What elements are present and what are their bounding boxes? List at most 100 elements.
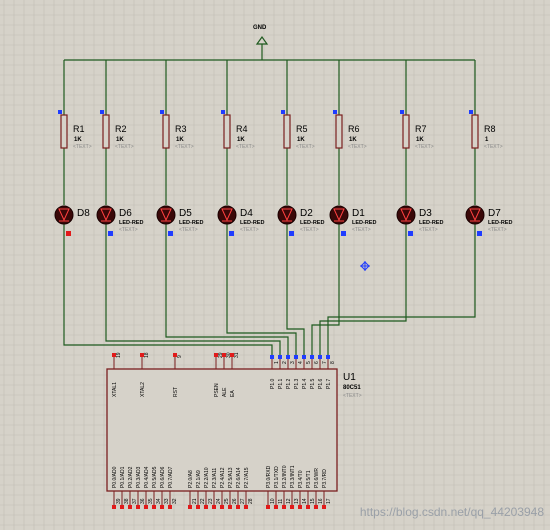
pin-number: 36 — [140, 498, 146, 504]
resistor-text: <TEXT> — [415, 144, 434, 150]
pin-number: 4 — [298, 361, 304, 364]
pin-marker — [266, 505, 270, 509]
resistor-r8[interactable]: R8 1<TEXT> — [469, 110, 503, 150]
resistor-r7[interactable]: R7 1K<TEXT> — [400, 110, 434, 150]
pin-label: P0.0/AD0 — [112, 466, 118, 488]
led-d7[interactable]: D7LED-RED<TEXT> — [465, 205, 512, 236]
pin-marker — [136, 505, 140, 509]
pin-marker — [160, 110, 164, 114]
pin-number: 22 — [200, 498, 206, 504]
resistor-value: 1K — [176, 137, 184, 143]
pin-marker — [282, 505, 286, 509]
pin-number: 23 — [208, 498, 214, 504]
pin-label: ALE — [222, 387, 228, 397]
pin-label: P3.5/T1 — [306, 470, 312, 488]
led-d8[interactable]: D8 — [54, 205, 90, 236]
pin-marker — [270, 355, 274, 359]
resistor-body — [283, 114, 291, 149]
chip-text: <TEXT> — [343, 393, 362, 399]
pin-marker — [274, 505, 278, 509]
pin-marker — [477, 231, 482, 236]
resistor-text: <TEXT> — [73, 144, 92, 150]
microcontroller-u1[interactable]: U1 80C51 <TEXT> 19XTAL118XTAL29RST29PSEN… — [106, 352, 362, 509]
pin-marker — [469, 110, 473, 114]
led-d1[interactable]: D1LED-RED<TEXT> — [329, 205, 376, 236]
pin-number: 17 — [326, 498, 332, 504]
pin-marker — [298, 505, 302, 509]
led-d2[interactable]: D2LED-RED<TEXT> — [277, 205, 324, 236]
pin-marker — [160, 505, 164, 509]
pin-marker — [310, 355, 314, 359]
resistor-ref: R4 — [236, 124, 248, 134]
pin-marker — [66, 231, 71, 236]
pin-label: P0.4/AD4 — [144, 466, 150, 488]
resistor-body — [335, 114, 343, 149]
resistor-r2[interactable]: R2 1K<TEXT> — [100, 110, 134, 150]
led-ref: D3 — [419, 208, 432, 219]
resistor-text: <TEXT> — [484, 144, 503, 150]
led-type: LED-RED — [240, 220, 264, 226]
pin-marker — [168, 231, 173, 236]
pin-marker — [400, 110, 404, 114]
resistor-ref: R3 — [175, 124, 187, 134]
pin-number: 8 — [330, 361, 336, 364]
pin-marker — [204, 505, 208, 509]
pin-marker — [58, 110, 62, 114]
resistor-r5[interactable]: R5 1K<TEXT> — [281, 110, 315, 150]
pin-marker — [278, 355, 282, 359]
resistor-r4[interactable]: R4 1K<TEXT> — [221, 110, 255, 150]
pin-number: 18 — [144, 352, 150, 358]
pin-marker — [289, 231, 294, 236]
resistor-r3[interactable]: R3 1K<TEXT> — [160, 110, 194, 150]
led-d4[interactable]: D4LED-RED<TEXT> — [217, 205, 264, 236]
pin-marker — [220, 505, 224, 509]
chip-ref: U1 — [343, 372, 356, 383]
schematic-canvas[interactable]: GND R11K<TEXT>R21K<TEXT>R31K<TEXT>R41K<T… — [0, 0, 550, 530]
pin-label: P2.6/A14 — [236, 467, 242, 488]
pin-number: 12 — [286, 498, 292, 504]
resistor-text: <TEXT> — [348, 144, 367, 150]
resistor-text: <TEXT> — [175, 144, 194, 150]
pin-number: 34 — [156, 498, 162, 504]
resistor-value: 1K — [116, 137, 124, 143]
pin-marker — [212, 505, 216, 509]
resistor-r1[interactable]: R1 1K<TEXT> — [58, 110, 92, 150]
pin-marker — [408, 231, 413, 236]
pin-label: P3.4/T0 — [298, 470, 304, 488]
led-type: LED-RED — [119, 220, 143, 226]
led-ref: D4 — [240, 208, 253, 219]
resistor-body — [60, 114, 68, 149]
pin-label: P1.4 — [302, 378, 308, 389]
pin-label: P1.0 — [270, 378, 276, 389]
led-ref: D8 — [77, 208, 90, 219]
pin-label: P0.3/AD3 — [136, 466, 142, 488]
led-type: LED-RED — [352, 220, 376, 226]
pin-number: 10 — [270, 498, 276, 504]
resistor-value: 1K — [237, 137, 245, 143]
pin-number: 28 — [248, 498, 254, 504]
pin-marker — [144, 505, 148, 509]
pin-label: P0.6/AD6 — [160, 466, 166, 488]
resistor-r6[interactable]: R6 1K<TEXT> — [333, 110, 367, 150]
pin-marker — [244, 505, 248, 509]
pin-number: 1 — [274, 361, 280, 364]
pin-label: XTAL2 — [140, 382, 146, 397]
led-type: LED-RED — [488, 220, 512, 226]
resistor-text: <TEXT> — [296, 144, 315, 150]
pin-number: 9 — [177, 355, 183, 358]
ground-arrow-icon — [255, 35, 269, 45]
pin-number: 6 — [314, 361, 320, 364]
led-text: <TEXT> — [352, 227, 371, 233]
resistor-body — [471, 114, 479, 149]
pin-number: 27 — [240, 498, 246, 504]
pin-marker — [281, 110, 285, 114]
pin-label: P1.6 — [318, 378, 324, 389]
pin-label: P2.4/A12 — [220, 467, 226, 488]
pin-label: P1.2 — [286, 378, 292, 389]
pin-marker — [108, 231, 113, 236]
wire — [327, 224, 476, 357]
pin-marker — [236, 505, 240, 509]
pin-marker — [168, 505, 172, 509]
resistor-value: 1K — [416, 137, 424, 143]
pin-label: P2.3/A11 — [212, 468, 218, 488]
